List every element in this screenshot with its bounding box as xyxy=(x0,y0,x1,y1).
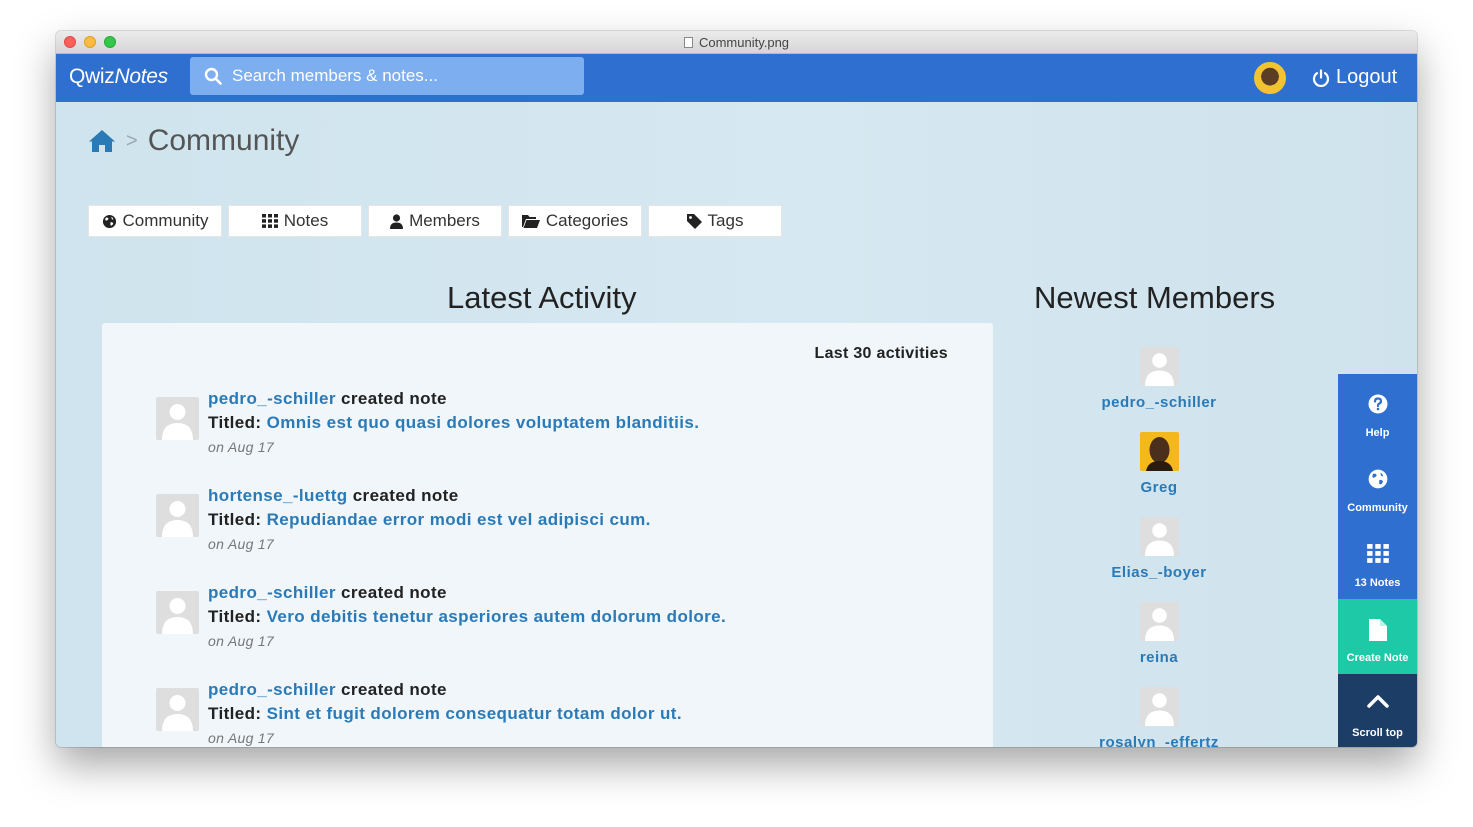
sidebar-scroll-top-button[interactable]: Scroll top xyxy=(1338,674,1417,747)
avatar[interactable] xyxy=(1139,687,1179,726)
activity-note-link[interactable]: Omnis est quo quasi dolores voluptatem b… xyxy=(267,413,700,432)
chevron-up-icon xyxy=(1366,695,1389,708)
sidebar-help-button[interactable]: Help xyxy=(1338,374,1417,449)
sidebar-create-note-button[interactable]: Create Note xyxy=(1338,599,1417,674)
globe-icon xyxy=(1368,469,1387,489)
tab-tags[interactable]: Tags xyxy=(648,205,782,237)
activity-note-link[interactable]: Vero debitis tenetur asperiores autem do… xyxy=(267,607,727,626)
activity-panel: Last 30 activities pedro_-schiller creat… xyxy=(102,323,993,747)
member-item[interactable]: pedro_-schiller xyxy=(1059,347,1259,411)
avatar[interactable] xyxy=(156,688,199,731)
page-content: > Community Community Notes Members Cate… xyxy=(56,102,1417,747)
app-window: Community.png QwizNotes Logout xyxy=(56,31,1417,747)
tab-categories[interactable]: Categories xyxy=(508,205,642,237)
tab-notes[interactable]: Notes xyxy=(228,205,362,237)
member-item[interactable]: Greg xyxy=(1059,432,1259,496)
file-icon xyxy=(1368,619,1387,641)
tag-icon xyxy=(686,213,702,229)
member-name-link[interactable]: rosalyn_-effertz xyxy=(1059,734,1259,747)
search-icon xyxy=(204,67,222,85)
window-title: Community.png xyxy=(56,35,1417,50)
activity-user-link[interactable]: hortense_-luettg xyxy=(208,486,348,505)
default-avatar-icon xyxy=(1144,693,1174,726)
tab-members[interactable]: Members xyxy=(368,205,502,237)
default-avatar-icon xyxy=(162,404,193,440)
sidebar-notes-button[interactable]: 13 Notes xyxy=(1338,524,1417,599)
default-avatar-icon xyxy=(162,695,193,731)
globe-icon xyxy=(102,214,116,228)
breadcrumb: > Community xyxy=(88,124,299,158)
grid-icon xyxy=(1366,544,1389,563)
power-icon xyxy=(1312,68,1330,87)
activity-user-link[interactable]: pedro_-schiller xyxy=(208,583,336,602)
brand-logo[interactable]: QwizNotes xyxy=(69,65,168,89)
activity-date: on Aug 17 xyxy=(208,730,275,746)
avatar[interactable] xyxy=(156,397,199,440)
activity-date: on Aug 17 xyxy=(208,633,275,649)
avatar[interactable] xyxy=(156,591,199,634)
avatar[interactable] xyxy=(1139,432,1179,471)
section-tabs: Community Notes Members Categories Tags xyxy=(88,205,782,237)
activity-user-link[interactable]: pedro_-schiller xyxy=(208,389,336,408)
activity-note-link[interactable]: Repudiandae error modi est vel adipisci … xyxy=(267,510,651,529)
avatar[interactable] xyxy=(1139,517,1179,556)
folder-open-icon xyxy=(521,215,540,228)
member-item[interactable]: rosalyn_-effertz xyxy=(1059,687,1259,747)
member-name-link[interactable]: pedro_-schiller xyxy=(1059,394,1259,411)
search-input[interactable] xyxy=(232,57,572,95)
member-name-link[interactable]: Elias_-boyer xyxy=(1059,564,1259,581)
page-title: Community xyxy=(147,124,300,157)
member-name-link[interactable]: reina xyxy=(1059,649,1259,666)
window-titlebar: Community.png xyxy=(56,31,1417,54)
top-navbar: QwizNotes Logout xyxy=(56,54,1417,102)
default-avatar-icon xyxy=(1144,353,1174,386)
default-avatar-icon xyxy=(162,598,193,634)
floating-sidebar: Help Community 13 Notes Create Note Scro… xyxy=(1338,374,1417,747)
search-box xyxy=(190,57,584,95)
member-item[interactable]: Elias_-boyer xyxy=(1059,517,1259,581)
default-avatar-icon xyxy=(162,501,193,537)
activity-note-link[interactable]: Sint et fugit dolorem consequatur totam … xyxy=(267,704,682,723)
default-avatar-icon xyxy=(1144,523,1174,556)
default-avatar-icon xyxy=(1144,608,1174,641)
user-photo-icon xyxy=(1145,437,1173,471)
avatar[interactable] xyxy=(156,494,199,537)
user-avatar[interactable] xyxy=(1254,62,1286,94)
tab-community[interactable]: Community xyxy=(88,205,222,237)
avatar[interactable] xyxy=(1139,602,1179,641)
latest-activity-heading: Latest Activity xyxy=(447,280,637,315)
activity-date: on Aug 17 xyxy=(208,439,275,455)
user-icon xyxy=(390,213,404,229)
member-item[interactable]: reina xyxy=(1059,602,1259,666)
file-icon xyxy=(683,37,693,48)
activity-date: on Aug 17 xyxy=(208,536,275,552)
activity-user-link[interactable]: pedro_-schiller xyxy=(208,680,336,699)
grid-icon xyxy=(261,214,278,228)
help-icon xyxy=(1368,394,1387,414)
newest-members-heading: Newest Members xyxy=(1034,280,1276,315)
activity-count-label: Last 30 activities xyxy=(814,345,948,362)
member-name-link[interactable]: Greg xyxy=(1059,479,1259,496)
breadcrumb-separator: > xyxy=(126,129,138,152)
logout-button[interactable]: Logout xyxy=(1312,66,1397,89)
home-icon[interactable] xyxy=(88,129,116,153)
avatar[interactable] xyxy=(1139,347,1179,386)
sidebar-community-button[interactable]: Community xyxy=(1338,449,1417,524)
